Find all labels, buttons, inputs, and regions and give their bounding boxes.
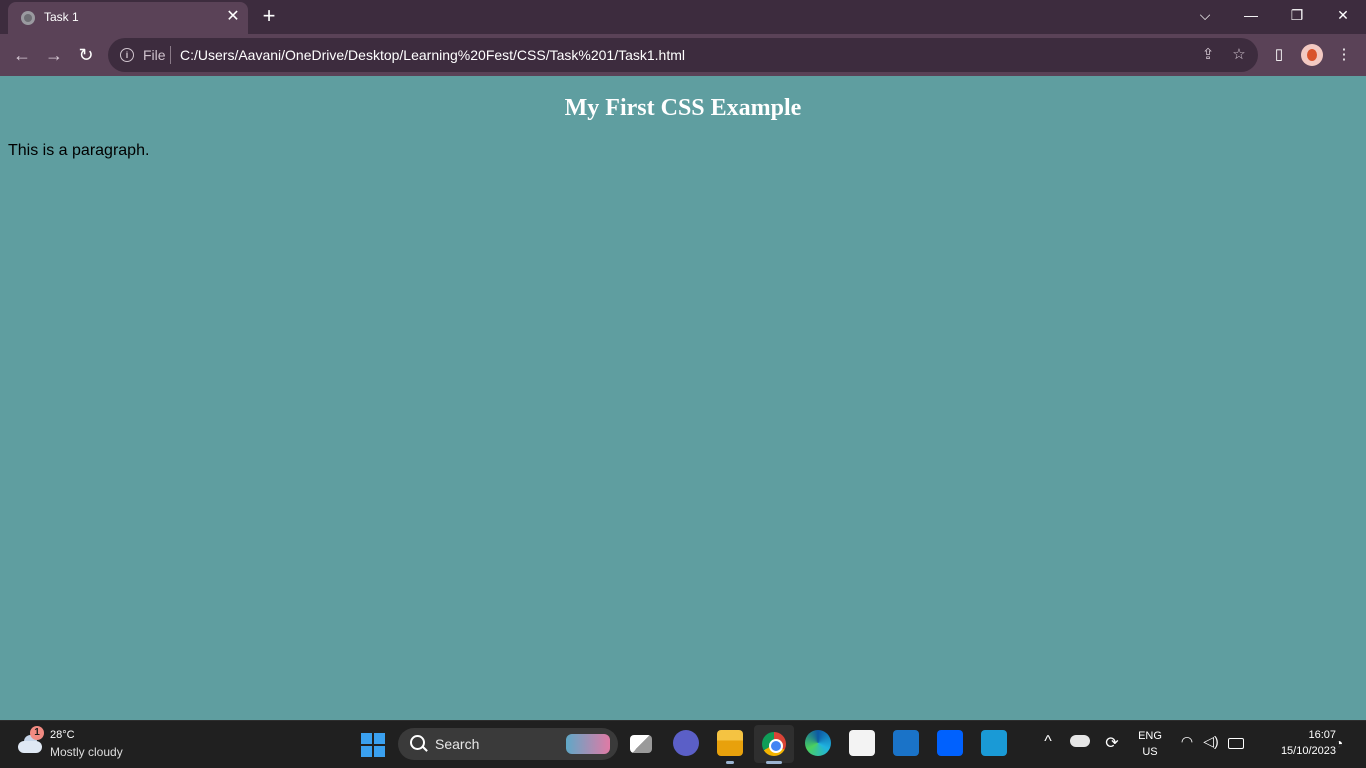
browser-menu-icon[interactable]: ⋮: [1334, 45, 1354, 65]
show-hidden-icons-chevron[interactable]: ^: [1038, 733, 1058, 751]
scheme-label: File: [143, 47, 166, 63]
mail-icon[interactable]: [893, 730, 919, 756]
search-label: Search: [435, 736, 480, 752]
windows-taskbar: 1 28°C Mostly cloudy Search ^ ⟳ ENG US ◠…: [0, 720, 1366, 768]
web-page: My First CSS Example This is a paragraph…: [0, 76, 1366, 720]
page-heading: My First CSS Example: [564, 95, 802, 121]
url-text[interactable]: C:/Users/Aavani/OneDrive/Desktop/Learnin…: [180, 47, 685, 63]
weather-badge: 1: [30, 726, 44, 740]
bookmark-star-icon[interactable]: ☆: [1229, 46, 1249, 64]
minimize-button[interactable]: —: [1228, 0, 1274, 30]
tab-task-1[interactable]: Task 1 ✕: [8, 2, 248, 34]
dropbox-icon[interactable]: [937, 730, 963, 756]
globe-icon: [21, 11, 35, 25]
weather-temperature: 28°C: [50, 729, 75, 741]
teams-chat-icon[interactable]: [673, 730, 699, 756]
page-paragraph: This is a paragraph.: [8, 142, 150, 159]
task-view-icon[interactable]: [630, 735, 652, 753]
language-indicator[interactable]: ENG: [1134, 730, 1166, 742]
chrome-taskbar-button[interactable]: [754, 725, 794, 763]
browser-toolbar: ← → ↻ i File C:/Users/Aavani/OneDrive/De…: [0, 34, 1366, 76]
onedrive-cloud-icon[interactable]: [1070, 735, 1090, 747]
myhp-icon[interactable]: [981, 730, 1007, 756]
taskbar-search-box[interactable]: Search: [398, 728, 618, 760]
clock-date[interactable]: 15/10/2023: [1250, 745, 1336, 757]
tab-close-button[interactable]: ✕: [224, 7, 242, 27]
address-bar[interactable]: i File C:/Users/Aavani/OneDrive/Desktop/…: [108, 38, 1258, 72]
tab-search-button[interactable]: ⌵: [1182, 0, 1228, 30]
clock-time[interactable]: 16:07: [1280, 729, 1336, 741]
windows-start-icon[interactable]: [361, 733, 385, 757]
region-indicator[interactable]: US: [1134, 746, 1166, 758]
file-explorer-icon[interactable]: [717, 730, 743, 756]
back-button[interactable]: ←: [10, 43, 34, 67]
tab-title: Task 1: [44, 10, 79, 24]
battery-icon[interactable]: [1228, 738, 1244, 749]
weather-condition: Mostly cloudy: [50, 745, 123, 759]
edge-icon[interactable]: [805, 730, 831, 756]
browser-tab-strip: Task 1 ✕ + ⌵ — ❐ ✕: [0, 0, 1366, 34]
new-tab-button[interactable]: +: [258, 5, 280, 27]
restore-button[interactable]: ❐: [1274, 0, 1320, 30]
microsoft-store-icon[interactable]: [849, 730, 875, 756]
search-highlight-icon: [566, 734, 610, 754]
share-icon[interactable]: ⇪: [1198, 46, 1218, 64]
notification-bell-icon[interactable]: ◔: [1332, 735, 1346, 751]
site-info-icon[interactable]: i: [120, 48, 134, 62]
sync-icon[interactable]: ⟳: [1102, 733, 1122, 753]
volume-icon[interactable]: ◁): [1202, 733, 1220, 750]
forward-button[interactable]: →: [42, 43, 66, 67]
side-panel-icon[interactable]: ▯: [1269, 45, 1289, 65]
search-icon: [410, 735, 425, 750]
wifi-icon[interactable]: ◠: [1178, 733, 1196, 750]
address-separator: [170, 46, 171, 64]
reload-button[interactable]: ↻: [74, 43, 98, 67]
close-window-button[interactable]: ✕: [1320, 0, 1366, 30]
profile-avatar[interactable]: [1301, 44, 1323, 66]
